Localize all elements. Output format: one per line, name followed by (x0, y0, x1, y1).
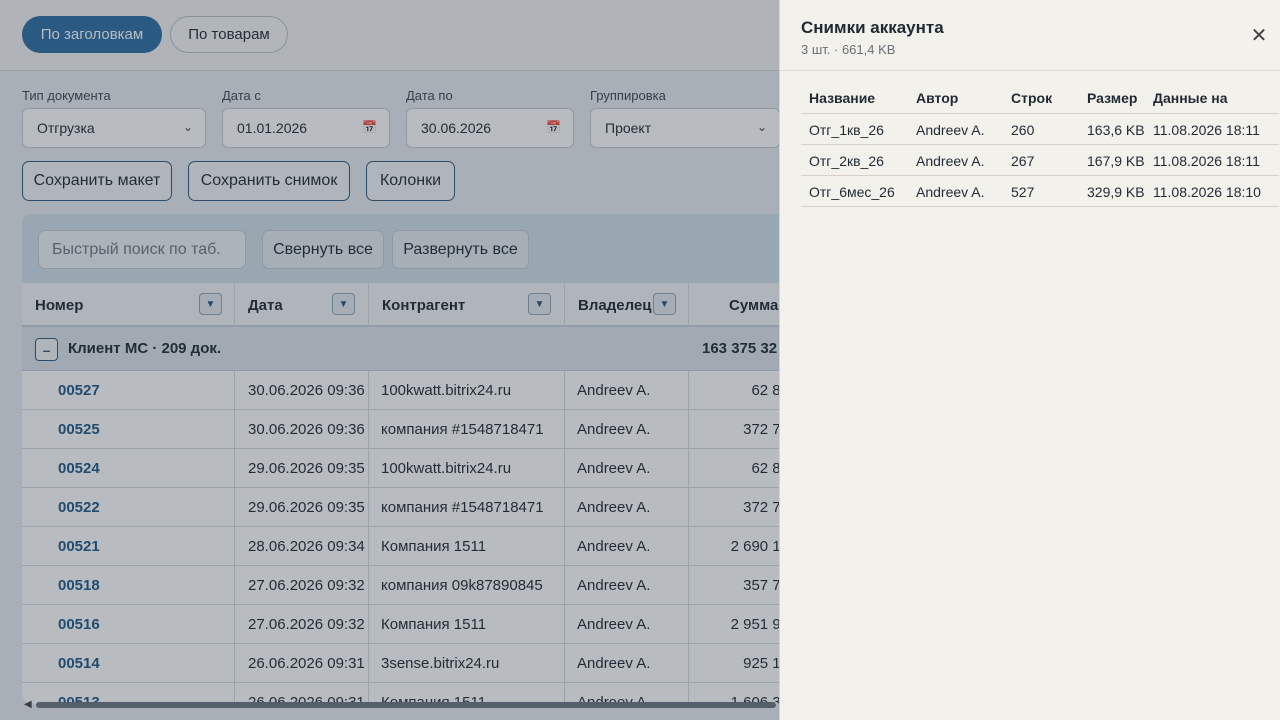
snapshot-author: Andreev A. (916, 121, 985, 138)
snap-col-size: Размер (1087, 89, 1138, 106)
snap-col-name: Название (809, 89, 876, 106)
snapshots-drawer: Снимки аккаунта 3 шт. · 661,4 KB ✕ Назва… (779, 0, 1280, 720)
snapshot-row[interactable]: Отг_1кв_26 Andreev A. 260 163,6 KB 11.08… (801, 114, 1279, 145)
snapshots-table-header: Название Автор Строк Размер Данные на (801, 82, 1279, 114)
snapshot-data-at: 11.08.2026 18:10 (1153, 183, 1261, 200)
modal-backdrop[interactable] (0, 0, 779, 720)
snapshot-data-at: 11.08.2026 18:11 (1153, 152, 1260, 169)
drawer-title: Снимки аккаунта (801, 18, 944, 37)
snap-col-author: Автор (916, 89, 959, 106)
snapshot-row[interactable]: Отг_2кв_26 Andreev A. 267 167,9 KB 11.08… (801, 145, 1279, 176)
snap-col-rows: Строк (1011, 89, 1053, 106)
snapshot-row[interactable]: Отг_6мес_26 Andreev A. 527 329,9 KB 11.0… (801, 176, 1279, 207)
snapshot-size: 329,9 KB (1087, 183, 1145, 200)
close-icon[interactable]: ✕ (1248, 24, 1270, 47)
snapshot-rows: 260 (1011, 121, 1035, 138)
snapshot-name: Отг_2кв_26 (809, 152, 884, 169)
drawer-header: Снимки аккаунта 3 шт. · 661,4 KB ✕ (780, 0, 1280, 71)
snapshot-size: 167,9 KB (1087, 152, 1145, 169)
snapshot-rows: 267 (1011, 152, 1035, 169)
snap-col-data-at: Данные на (1153, 89, 1228, 106)
snapshot-name: Отг_1кв_26 (809, 121, 884, 138)
snapshot-size: 163,6 KB (1087, 121, 1145, 138)
snapshot-rows: 527 (1011, 183, 1035, 200)
snapshot-author: Andreev A. (916, 183, 985, 200)
snapshot-data-at: 11.08.2026 18:11 (1153, 121, 1260, 138)
snapshot-name: Отг_6мес_26 (809, 183, 895, 200)
snapshot-author: Andreev A. (916, 152, 985, 169)
drawer-subtitle: 3 шт. · 661,4 KB (801, 42, 896, 57)
